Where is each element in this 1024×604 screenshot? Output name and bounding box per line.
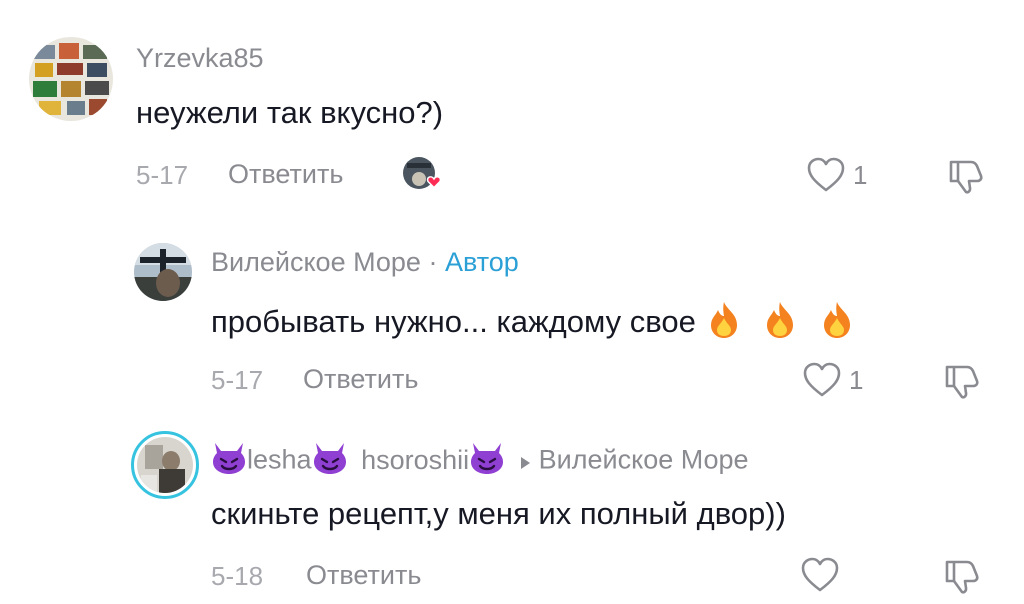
heart-outline-icon[interactable] [802, 362, 842, 403]
heart-outline-icon[interactable] [800, 557, 840, 598]
reply-button[interactable]: Ответить [228, 159, 343, 190]
username[interactable]: Вилейское Море [211, 247, 421, 277]
username-part[interactable]: hsoroshii [361, 445, 469, 475]
comment-date: 5-18 [211, 561, 264, 591]
reply-button[interactable]: Ответить [303, 364, 418, 395]
like-count: 1 [853, 160, 868, 190]
avatar[interactable] [131, 431, 199, 499]
comment-text-line: пробывать нужно... каждому свое [211, 300, 856, 348]
heart-outline-icon[interactable] [806, 157, 846, 198]
username-part[interactable]: lesha [247, 445, 312, 475]
comment-text: пробывать нужно... каждому свое [211, 304, 696, 340]
fire-emoji [761, 300, 799, 348]
reply-button[interactable]: Ответить [306, 560, 421, 591]
reply-arrow-icon [519, 446, 531, 477]
username-line: Вилейское Море · Автор [211, 247, 519, 278]
reply-to-username[interactable]: Вилейское Море [539, 445, 749, 475]
like-count: 1 [849, 365, 864, 395]
thumbs-down-outline-icon[interactable] [941, 361, 983, 406]
smiling-devil-emoji [211, 441, 247, 482]
smiling-devil-emoji [312, 441, 348, 482]
thumbs-down-outline-icon[interactable] [945, 156, 987, 201]
username[interactable]: Yrzevka85 [136, 43, 264, 74]
fire-emoji [705, 300, 743, 348]
comment-date: 5-17 [211, 365, 264, 395]
comment-text: неужели так вкусно?) [136, 95, 444, 130]
username-line: lesha hsoroshii Вилейское Море [211, 441, 749, 482]
author-badge: Автор [444, 247, 519, 277]
avatar[interactable] [29, 37, 113, 121]
fire-emoji [818, 300, 856, 348]
comment-text: скиньте рецепт,у меня их полный двор)) [211, 496, 786, 531]
smiling-devil-emoji [469, 441, 505, 482]
avatar[interactable] [134, 243, 192, 301]
creator-liked-badge [401, 155, 445, 195]
separator: · [428, 247, 438, 277]
comment-date: 5-17 [136, 160, 189, 190]
thumbs-down-outline-icon[interactable] [941, 556, 983, 601]
